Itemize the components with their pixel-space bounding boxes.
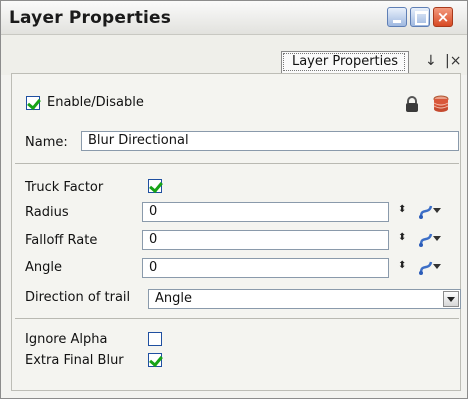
falloff-rate-label: Falloff Rate bbox=[25, 233, 98, 248]
close-button[interactable]: × bbox=[433, 7, 453, 27]
ignore-alpha-checkbox[interactable] bbox=[148, 332, 162, 346]
title-bar[interactable]: Layer Properties × bbox=[1, 1, 467, 35]
falloff-rate-function-curve-icon[interactable] bbox=[419, 231, 441, 249]
database-icon[interactable] bbox=[433, 95, 449, 113]
truck-factor-label: Truck Factor bbox=[25, 180, 104, 195]
name-label: Name: bbox=[25, 135, 68, 150]
chevron-down-icon[interactable] bbox=[443, 291, 459, 307]
ignore-alpha-label: Ignore Alpha bbox=[25, 332, 108, 347]
truck-factor-checkbox[interactable] bbox=[148, 179, 162, 193]
extra-final-blur-label: Extra Final Blur bbox=[25, 353, 124, 368]
radius-label: Radius bbox=[25, 205, 69, 220]
radius-field[interactable]: 0 bbox=[142, 202, 389, 222]
enable-checkbox[interactable] bbox=[26, 96, 40, 110]
falloff-rate-field[interactable]: 0 bbox=[142, 230, 389, 250]
enable-label: Enable/Disable bbox=[47, 95, 144, 110]
divider bbox=[15, 163, 459, 164]
radius-spinner[interactable]: ⬍ bbox=[398, 205, 406, 215]
pin-icon[interactable]: ↓ bbox=[425, 53, 437, 69]
direction-of-trail-value: Angle bbox=[155, 291, 192, 306]
direction-of-trail-label: Direction of trail bbox=[25, 290, 131, 305]
extra-final-blur-checkbox[interactable] bbox=[148, 353, 162, 367]
radius-function-curve-icon[interactable] bbox=[419, 203, 441, 221]
minimize-button[interactable] bbox=[387, 7, 407, 27]
angle-function-curve-icon[interactable] bbox=[419, 259, 441, 277]
lock-icon[interactable] bbox=[404, 96, 420, 112]
angle-field[interactable]: 0 bbox=[142, 258, 389, 278]
maximize-button[interactable] bbox=[410, 7, 430, 27]
tab-layer-properties[interactable]: Layer Properties bbox=[281, 51, 409, 73]
name-field[interactable]: Blur Directional bbox=[81, 131, 459, 151]
layer-properties-window: Layer Properties × Layer Properties ↓ |×… bbox=[0, 0, 468, 399]
falloff-rate-spinner[interactable]: ⬍ bbox=[398, 233, 406, 243]
divider bbox=[15, 318, 459, 319]
angle-label: Angle bbox=[25, 260, 62, 275]
direction-of-trail-select[interactable]: Angle bbox=[148, 289, 461, 309]
angle-spinner[interactable]: ⬍ bbox=[398, 261, 406, 271]
close-tab-icon[interactable]: |× bbox=[445, 53, 461, 69]
window-title: Layer Properties bbox=[9, 8, 172, 28]
